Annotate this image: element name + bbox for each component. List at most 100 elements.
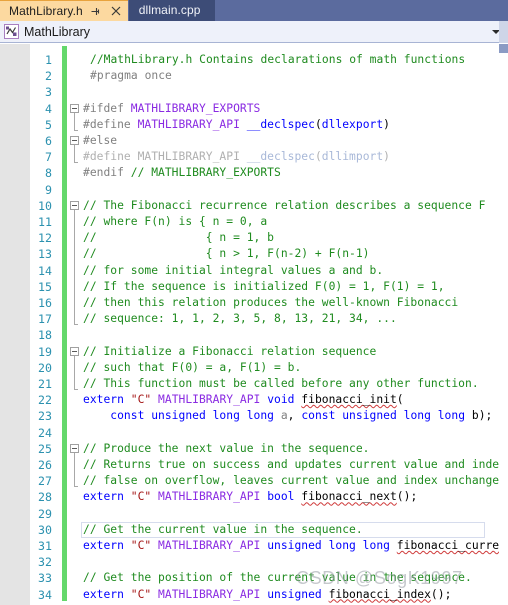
- line-number: 14: [38, 263, 52, 278]
- code-token: // MATHLIBRARY_EXPORTS: [130, 166, 281, 180]
- fold-collapse-icon[interactable]: [70, 200, 79, 210]
- code-line[interactable]: #pragma once: [83, 68, 172, 84]
- code-line[interactable]: // false on overflow, leaves current val…: [83, 473, 508, 489]
- code-line[interactable]: extern "C" MATHLIBRARY_API void fibonacc…: [83, 392, 404, 408]
- line-number: 30: [38, 522, 52, 537]
- code-line[interactable]: // where F(n) is { n = 0, a: [83, 214, 267, 230]
- line-number: 22: [38, 393, 52, 408]
- code-line[interactable]: // If the sequence is initialized F(0) =…: [83, 279, 445, 295]
- code-token: MATHLIBRARY_API: [158, 393, 268, 407]
- code-token: "C": [130, 490, 159, 504]
- code-token: // where F(n) is { n = 0, a: [83, 215, 268, 228]
- code-token: (: [314, 150, 322, 164]
- line-number: 5: [45, 117, 52, 132]
- code-token: // such that F(0) = a, F(1) = b.: [83, 360, 302, 374]
- line-number: 18: [38, 328, 52, 343]
- navigation-bar: MathLibrary: [0, 21, 508, 43]
- code-line[interactable]: extern "C" MATHLIBRARY_API unsigned long…: [83, 538, 508, 554]
- vertical-scrollbar[interactable]: [499, 44, 508, 605]
- code-token: a: [280, 409, 288, 423]
- line-number: 31: [38, 539, 52, 553]
- line-number: 3: [45, 85, 52, 100]
- code-token: // Produce the next value in the sequenc…: [83, 441, 370, 455]
- line-number: 32: [38, 555, 52, 570]
- code-token: __declspec: [246, 150, 315, 164]
- change-tracking-bar: [62, 46, 67, 601]
- code-line[interactable]: // Produce the next value in the sequenc…: [83, 441, 370, 457]
- code-token: // Get the current value in the sequence…: [83, 522, 363, 536]
- line-number: 9: [45, 182, 52, 197]
- line-number: 26: [38, 458, 52, 472]
- code-line[interactable]: #else: [83, 133, 117, 149]
- horizontal-splitter-sliver[interactable]: [499, 21, 508, 43]
- code-token: (: [314, 117, 322, 131]
- code-line[interactable]: // The Fibonacci recurrence relation des…: [83, 198, 485, 214]
- fold-collapse-icon[interactable]: [70, 103, 79, 113]
- line-number-gutter: 1 2 3 4 5 6 7 8 9 10 11 12 13 14 15 16 17 18 19 20 21 22 23 24 2…: [30, 44, 55, 605]
- code-line[interactable]: // sequence: 1, 1, 2, 3, 5, 8, 13, 21, 3…: [83, 311, 397, 327]
- code-line[interactable]: //MathLibrary.h Contains declarations of…: [83, 52, 465, 68]
- code-token: // Returns true on success and updates c…: [83, 458, 508, 471]
- code-token: // then this relation produces the well-…: [83, 296, 459, 309]
- fold-collapse-icon[interactable]: [70, 443, 79, 453]
- code-token: MATHLIBRARY_API: [137, 117, 247, 131]
- scope-selector[interactable]: MathLibrary: [0, 21, 487, 43]
- code-token: unsigned long long: [267, 539, 397, 552]
- line-number: 27: [38, 474, 52, 489]
- line-number: 10: [38, 198, 52, 213]
- code-text-area[interactable]: //MathLibrary.h Contains declarations of…: [81, 44, 508, 605]
- code-line[interactable]: #ifdef MATHLIBRARY_EXPORTS: [83, 101, 260, 117]
- code-line[interactable]: // { n = 1, b: [83, 230, 274, 246]
- code-line[interactable]: // Get the position of the current value…: [83, 570, 472, 586]
- fold-collapse-icon[interactable]: [70, 136, 79, 145]
- code-token: const unsigned long long: [83, 409, 281, 423]
- code-token: ): [383, 150, 390, 164]
- pin-icon[interactable]: [89, 3, 103, 19]
- code-folding-gutter[interactable]: [69, 44, 81, 605]
- code-line[interactable]: // Initialize a Fibonacci relation seque…: [83, 344, 376, 360]
- code-token: // Initialize a Fibonacci relation seque…: [83, 344, 377, 358]
- vertical-scrollbar-thumb[interactable]: [499, 44, 508, 53]
- code-line[interactable]: // then this relation produces the well-…: [83, 295, 458, 311]
- code-token: #pragma once: [90, 69, 172, 83]
- code-token: unsigned: [267, 587, 329, 601]
- code-editor[interactable]: 1 2 3 4 5 6 7 8 9 10 11 12 13 14 15 16 17 18 19 20 21 22 23 24 2…: [0, 44, 508, 605]
- code-token: MATHLIBRARY_API: [137, 150, 247, 164]
- close-icon[interactable]: [109, 3, 123, 19]
- line-number: 25: [38, 441, 52, 456]
- code-token: b: [471, 409, 479, 423]
- tab-dllmain-cpp[interactable]: dllmain.cpp: [128, 0, 215, 21]
- code-line[interactable]: // Returns true on success and updates c…: [83, 457, 508, 473]
- line-number: 6: [45, 134, 52, 148]
- code-token: // false on overflow, leaves current val…: [83, 474, 508, 488]
- code-line[interactable]: // This function must be called before a…: [83, 376, 479, 392]
- line-number: 4: [45, 101, 52, 116]
- tab-mathlibrary-h[interactable]: MathLibrary.h: [0, 0, 128, 21]
- line-number: 7: [45, 150, 52, 165]
- code-token: MATHLIBRARY_API: [158, 587, 268, 601]
- line-number: 33: [38, 571, 52, 586]
- code-token: "C": [130, 393, 159, 407]
- code-line[interactable]: #define MATHLIBRARY_API __declspec(dllex…: [83, 117, 390, 133]
- code-line[interactable]: #define MATHLIBRARY_API __declspec(dllim…: [83, 149, 390, 165]
- code-line[interactable]: #endif // MATHLIBRARY_EXPORTS: [83, 165, 281, 181]
- code-token: void: [267, 393, 302, 407]
- code-line[interactable]: // for some initial integral values a an…: [83, 263, 383, 279]
- code-line[interactable]: const unsigned long long a, const unsign…: [83, 408, 492, 424]
- code-token: bool: [267, 490, 302, 504]
- code-token: #ifdef: [83, 101, 131, 115]
- line-number: 17: [38, 312, 52, 327]
- code-token: "C": [130, 587, 159, 601]
- code-token: // The Fibonacci recurrence relation des…: [83, 198, 486, 212]
- code-line[interactable]: // Get the current value in the sequence…: [83, 522, 363, 538]
- code-token: extern: [83, 490, 131, 504]
- code-line[interactable]: // such that F(0) = a, F(1) = b.: [83, 360, 301, 376]
- fold-region-line: [74, 112, 75, 130]
- code-line[interactable]: extern "C" MATHLIBRARY_API bool fibonacc…: [83, 489, 417, 505]
- code-line[interactable]: extern "C" MATHLIBRARY_API unsigned fibo…: [83, 587, 451, 603]
- code-token: // sequence: 1, 1, 2, 3, 5, 8, 13, 21, 3…: [83, 312, 397, 326]
- fold-region-line: [74, 452, 75, 487]
- fold-collapse-icon[interactable]: [70, 346, 79, 356]
- tab-label: MathLibrary.h: [9, 3, 83, 18]
- code-line[interactable]: // { n > 1, F(n-2) + F(n-1): [83, 246, 370, 262]
